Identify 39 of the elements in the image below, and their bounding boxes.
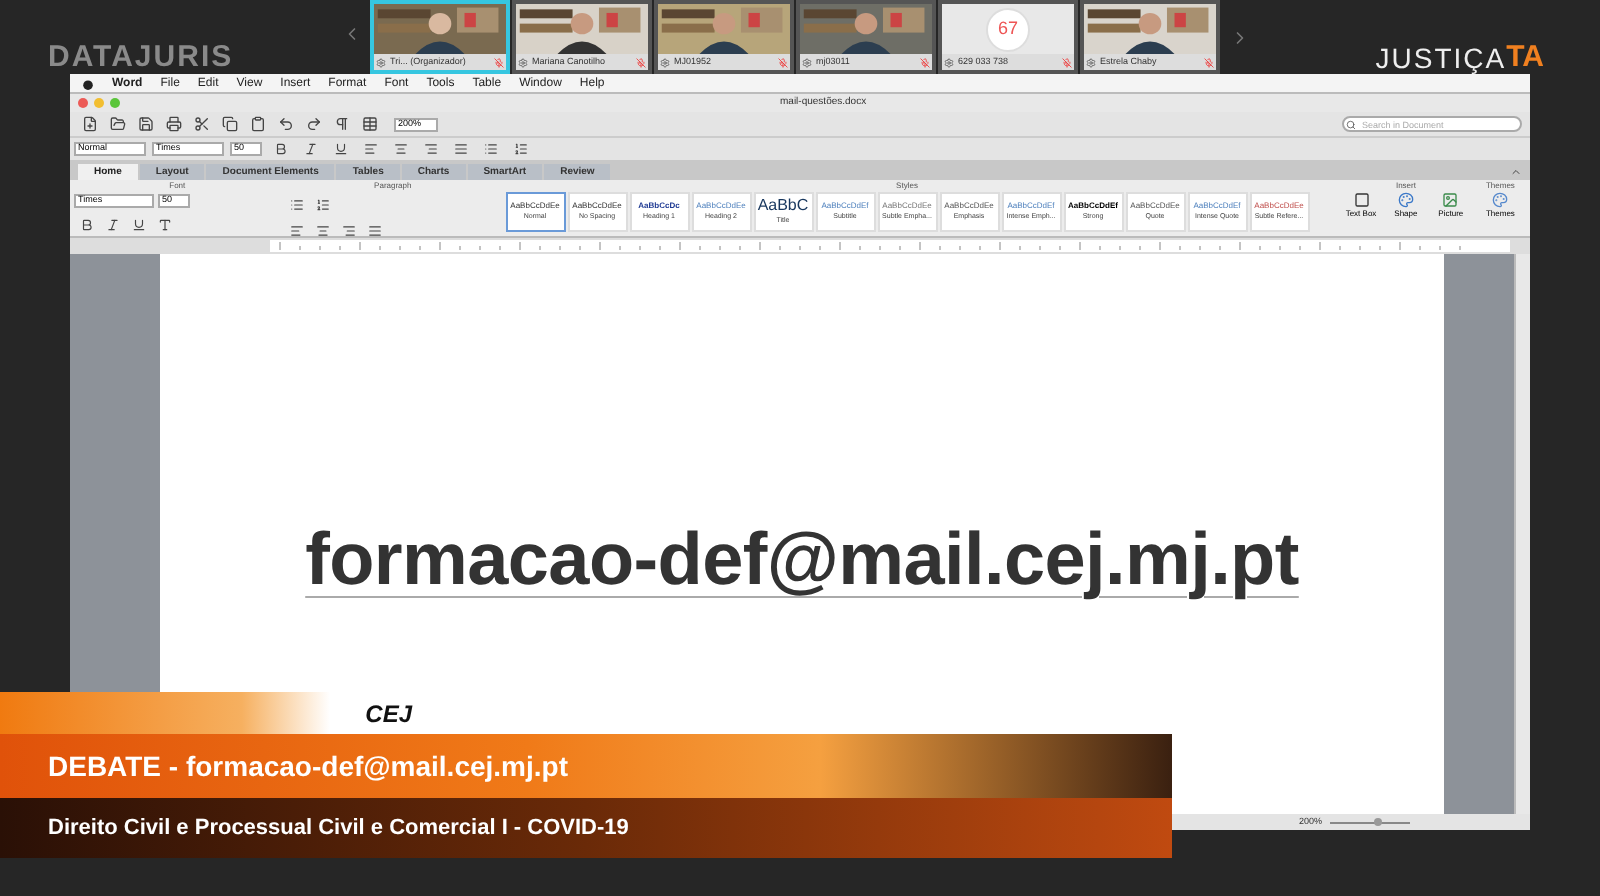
slider-thumb[interactable]	[1374, 818, 1382, 826]
settings-icon	[802, 57, 812, 67]
muted-mic-icon	[920, 57, 930, 67]
settings-icon	[518, 57, 528, 67]
text-box-icon	[1353, 192, 1369, 208]
vertical-scrollbar[interactable]	[1514, 254, 1530, 814]
open-icon[interactable]	[106, 114, 130, 134]
logo-text: JUSTIÇA	[1375, 44, 1507, 72]
new-document-icon[interactable]	[78, 114, 102, 134]
table-icon[interactable]	[358, 114, 382, 134]
search-icon	[1346, 119, 1356, 129]
settings-icon	[660, 57, 670, 67]
muted-mic-icon	[636, 57, 646, 67]
banner-subtitle: Direito Civil e Processual Civil e Comercial I - COVID-19	[48, 813, 629, 844]
participant-avatar: 67	[986, 7, 1030, 51]
collapse-icon[interactable]	[1510, 166, 1522, 178]
muted-mic-icon	[1062, 57, 1072, 67]
settings-icon	[1086, 57, 1096, 67]
close-button[interactable]	[78, 98, 88, 108]
settings-icon	[944, 57, 954, 67]
banner-title: DEBATE - formacao-def@mail.cej.mj.pt	[48, 747, 568, 786]
document-text: formacao-def@mail.cej.mj.pt	[305, 522, 1299, 596]
muted-mic-icon	[494, 57, 504, 67]
settings-icon	[376, 57, 386, 67]
cut-icon[interactable]	[190, 114, 214, 134]
palette-icon	[1492, 192, 1509, 208]
logo-mark: TA	[1506, 42, 1544, 72]
undo-icon[interactable]	[274, 114, 298, 134]
copy-icon[interactable]	[218, 114, 242, 134]
style-sample: AaBbC	[757, 198, 809, 215]
muted-mic-icon	[1204, 57, 1214, 67]
brand-name: DATAJURIS	[48, 42, 234, 72]
picture-icon	[1442, 192, 1459, 208]
redo-icon[interactable]	[302, 114, 326, 134]
muted-mic-icon	[778, 57, 788, 67]
organization-label: CEJ	[365, 697, 412, 731]
print-icon[interactable]	[162, 114, 186, 134]
save-icon[interactable]	[134, 114, 158, 134]
paste-icon[interactable]	[246, 114, 270, 134]
